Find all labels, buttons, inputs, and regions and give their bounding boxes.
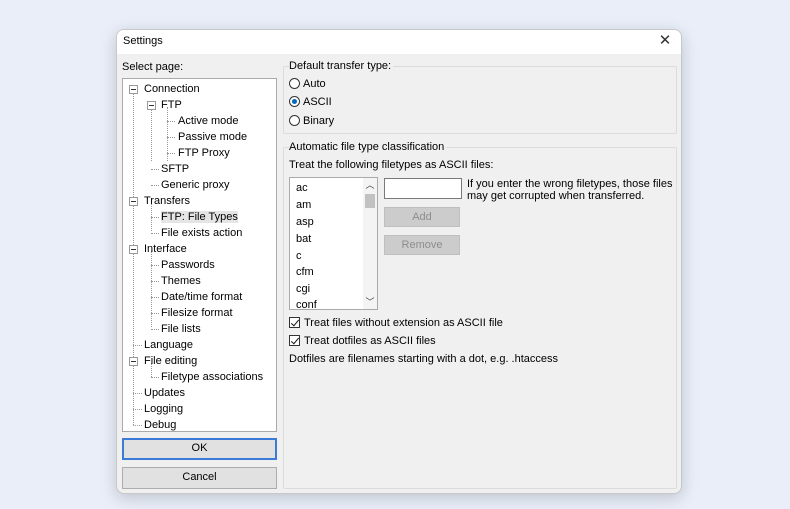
tree-item-active-mode[interactable]: Active mode [178,114,239,129]
tree-item-passwords[interactable]: Passwords [161,258,215,273]
tree-item-filetype-associations[interactable]: Filetype associations [161,370,263,385]
settings-dialog: Settings ✕ Select page: Connection FTP A… [116,29,682,494]
tree-item-connection[interactable]: Connection [144,82,200,97]
collapse-icon[interactable] [129,197,138,206]
tree-item-updates[interactable]: Updates [144,386,185,401]
collapse-icon[interactable] [129,357,138,366]
tree-item-debug[interactable]: Debug [144,418,176,433]
transfer-type-group [283,66,677,134]
tree-item-sftp[interactable]: SFTP [161,162,189,177]
close-icon[interactable]: ✕ [655,32,675,52]
scrollbar-thumb[interactable] [365,194,375,208]
cancel-button[interactable]: Cancel [122,467,277,489]
dotfiles-note: Dotfiles are filenames starting with a d… [289,353,559,365]
chevron-up-icon[interactable]: ︿ [363,178,377,192]
title-bar: Settings ✕ [117,30,681,54]
tree-item-interface[interactable]: Interface [144,242,187,257]
list-item[interactable]: asp [296,215,314,230]
tree-item-ftp-file-types[interactable]: FTP: File Types [161,210,238,225]
list-item[interactable]: bat [296,232,311,247]
tree-item-filesize-format[interactable]: Filesize format [161,306,233,321]
list-item[interactable]: cfm [296,265,314,280]
select-page-label: Select page: [122,61,184,73]
collapse-icon[interactable] [147,101,156,110]
tree-item-language[interactable]: Language [144,338,193,353]
dialog-title: Settings [123,35,163,47]
collapse-icon[interactable] [129,85,138,94]
classification-label: Automatic file type classification [289,141,447,153]
tree-item-date-time-format[interactable]: Date/time format [161,290,242,305]
tree-item-file-exists-action[interactable]: File exists action [161,226,242,241]
add-button[interactable]: Add [384,207,460,227]
tree-item-ftp[interactable]: FTP [161,98,182,113]
collapse-icon[interactable] [129,245,138,254]
tree-item-file-editing[interactable]: File editing [144,354,197,369]
new-filetype-input[interactable] [384,178,462,199]
tree-item-transfers[interactable]: Transfers [144,194,190,209]
list-item[interactable]: c [296,249,302,264]
tree-item-logging[interactable]: Logging [144,402,183,417]
settings-page-tree[interactable]: Connection FTP Active mode Passive mode … [122,78,277,432]
chevron-down-icon[interactable]: ﹀ [363,295,377,309]
ok-button[interactable]: OK [122,438,277,460]
transfer-type-label: Default transfer type: [289,60,394,72]
tree-item-themes[interactable]: Themes [161,274,201,289]
tree-item-passive-mode[interactable]: Passive mode [178,130,247,145]
list-item[interactable]: conf [296,298,317,309]
listbox-scrollbar[interactable]: ︿ ﹀ [363,178,377,309]
remove-button[interactable]: Remove [384,235,460,255]
list-item[interactable]: am [296,198,311,213]
filetypes-list-label: Treat the following filetypes as ASCII f… [289,159,494,171]
tree-item-generic-proxy[interactable]: Generic proxy [161,178,229,193]
filetype-listbox[interactable]: ac am asp bat c cfm cgi conf ︿ ﹀ [289,177,378,310]
tree-item-ftp-proxy[interactable]: FTP Proxy [178,146,230,161]
filetype-warning-text: If you enter the wrong filetypes, those … [467,178,673,202]
list-item[interactable]: ac [296,181,308,196]
tree-item-file-lists[interactable]: File lists [161,322,201,337]
list-item[interactable]: cgi [296,282,310,297]
